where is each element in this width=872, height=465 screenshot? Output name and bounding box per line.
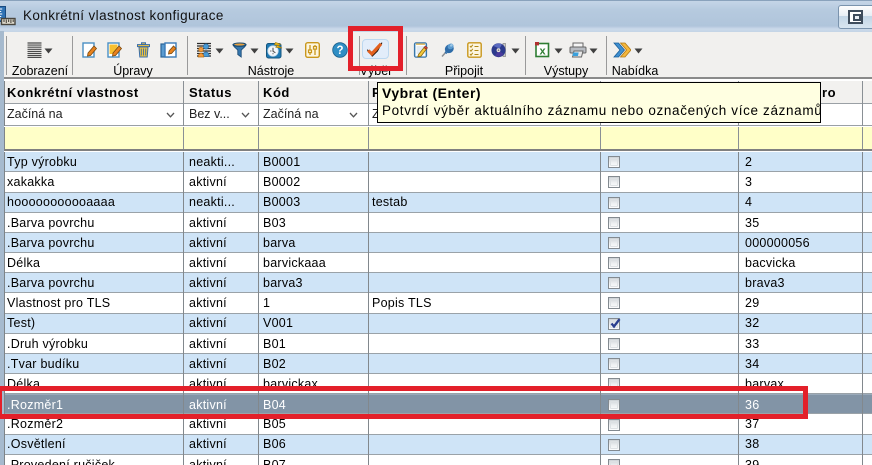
svg-text:?: ?	[336, 45, 343, 57]
svg-text:x: x	[539, 46, 546, 58]
